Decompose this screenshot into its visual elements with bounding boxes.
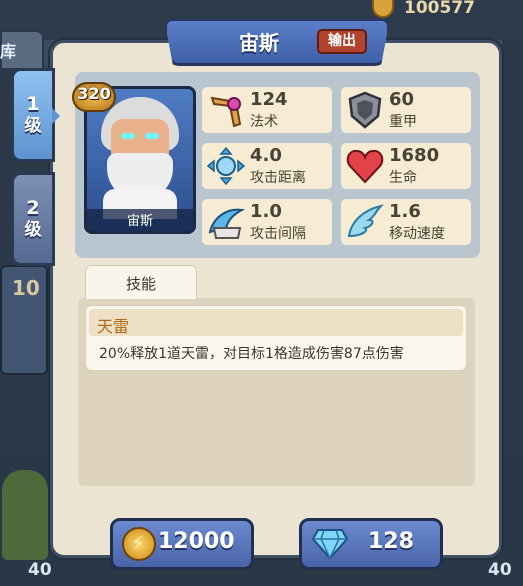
- stat-attack-interval: 1.0 攻击间隔: [202, 199, 332, 245]
- stat-value: 60: [389, 89, 415, 110]
- diamond-icon: [312, 529, 348, 560]
- gem-price: 128: [368, 529, 414, 554]
- stat-value: 1.6: [389, 201, 421, 222]
- attack-interval-icon: [208, 208, 246, 239]
- role-badge: 输出: [317, 29, 367, 54]
- skill-name-bar: [89, 309, 463, 336]
- wing-speed-icon: [347, 204, 385, 238]
- stat-label: 生命: [389, 170, 417, 186]
- hero-cost: 320: [77, 84, 111, 103]
- hero-name: 宙斯: [126, 214, 153, 229]
- level-tab-unit: 级: [24, 220, 42, 240]
- skill-description: 20%释放1道天雷，对目标1格造成伤害87点伤害: [99, 346, 404, 362]
- stat-value: 4.0: [250, 145, 282, 166]
- level-tab-number: 2: [26, 197, 40, 219]
- level-tab-2[interactable]: 2 级: [11, 172, 55, 266]
- stat-label: 攻击间隔: [250, 226, 306, 242]
- skill-name: 天雷: [97, 317, 130, 336]
- level-tab-unit: 级: [24, 116, 42, 136]
- level-tab-1[interactable]: 1 级: [11, 68, 55, 162]
- stat-label: 攻击距离: [250, 170, 306, 186]
- stat-attack-range: 4.0 攻击距离: [202, 143, 332, 189]
- lightning-icon: ⚡: [131, 531, 146, 555]
- heart-icon: [346, 149, 384, 184]
- background-tab-label: 库: [0, 42, 17, 61]
- active-tab-pointer: [52, 108, 60, 124]
- stat-value: 1.0: [250, 201, 282, 222]
- stat-armor: 60 重甲: [341, 87, 471, 133]
- stat-label: 法术: [250, 114, 278, 130]
- stat-label: 移动速度: [389, 226, 445, 242]
- goblin-portrait[interactable]: [2, 470, 48, 560]
- background-coin-value: 100577: [404, 0, 475, 18]
- gold-price: 12000: [158, 529, 235, 554]
- background-bottom-number: 40: [488, 560, 512, 580]
- stat-value: 124: [250, 89, 288, 110]
- background-hero-card-number: 10: [12, 276, 40, 300]
- portrait-eye: [145, 133, 159, 139]
- background-bottom-number: 40: [28, 560, 52, 580]
- panel-title: 宙斯: [239, 31, 279, 55]
- magic-staff-icon: [210, 96, 242, 128]
- tab-skills-label: 技能: [125, 275, 156, 293]
- stat-health: 1680 生命: [341, 143, 471, 189]
- armor-shield-icon: [348, 91, 382, 129]
- stat-value: 1680: [389, 145, 440, 166]
- range-arrows-icon: [206, 146, 246, 186]
- level-tab-number: 1: [26, 93, 40, 115]
- portrait-eye: [121, 133, 135, 139]
- stat-move-speed: 1.6 移动速度: [341, 199, 471, 245]
- stat-label: 重甲: [389, 114, 417, 130]
- stat-magic: 124 法术: [202, 87, 332, 133]
